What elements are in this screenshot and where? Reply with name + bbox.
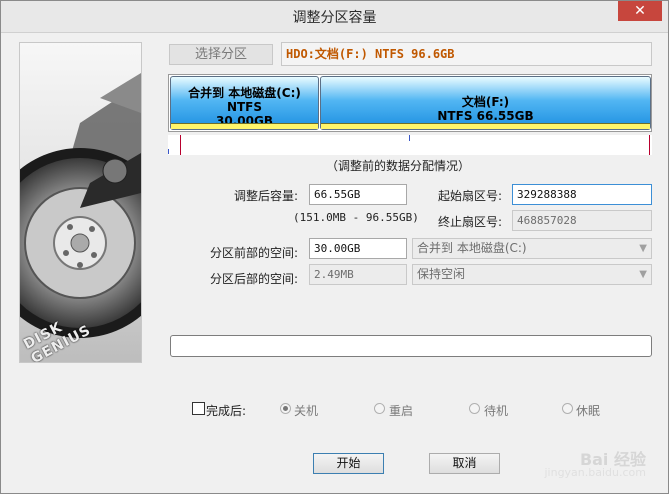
close-icon: ✕ (634, 3, 646, 19)
window-title: 调整分区容量 (292, 10, 377, 26)
radio-standby (469, 403, 480, 414)
partition-f-fs: NTFS 66.55GB (437, 109, 534, 123)
partition-ruler (168, 135, 652, 155)
radio-restart (374, 403, 385, 414)
watermark: Bai 经验 jingyan.baidu.com (544, 450, 646, 480)
partition-f-name: 文档(F:) (461, 95, 510, 109)
start-sector-label: 起始扇区号: (438, 189, 503, 203)
radio-shutdown-label: 关机 (294, 404, 319, 418)
partition-c-fs: NTFS (226, 100, 263, 114)
radio-restart-label: 重启 (389, 404, 414, 418)
chevron-down-icon: ▼ (639, 269, 647, 280)
partition-map[interactable]: 合并到 本地磁盘(C:) NTFS 30.00GB 文档(F:) NTFS 66… (168, 74, 652, 132)
end-sector-input: 468857028 (512, 210, 652, 231)
before-adjust-caption: （调整前的数据分配情况） (326, 159, 471, 173)
after-space-label: 分区后部的空间: (210, 272, 299, 286)
partition-block-c[interactable]: 合并到 本地磁盘(C:) NTFS 30.00GB (170, 76, 319, 130)
completion-label: 完成后: (206, 404, 247, 418)
partition-c-usage-stripe (171, 123, 318, 129)
radio-standby-label: 待机 (484, 404, 509, 418)
start-sector-input[interactable]: 329288388 (512, 184, 652, 205)
after-space-action-select: 保持空闲 ▼ (412, 264, 652, 285)
radio-shutdown (280, 403, 291, 414)
title-bar[interactable]: 调整分区容量 ✕ (1, 1, 668, 33)
before-space-input[interactable]: 30.00GB (309, 238, 407, 259)
select-partition-button[interactable]: 选择分区 (169, 44, 273, 65)
ruler-tick (649, 135, 650, 155)
ruler-tick (168, 149, 169, 154)
cancel-button[interactable]: 取消 (429, 453, 500, 474)
ruler-tick (409, 135, 410, 141)
close-button[interactable]: ✕ (618, 1, 662, 21)
selected-partition-field: HDO:文档(F:) NTFS 96.6GB (281, 42, 652, 66)
watermark-brand: Bai 经验 (579, 450, 646, 469)
partition-c-name: 合并到 本地磁盘(C:) (188, 86, 301, 100)
start-button[interactable]: 开始 (313, 453, 384, 474)
chevron-down-icon: ▼ (639, 243, 647, 254)
partition-block-f[interactable]: 文档(F:) NTFS 66.55GB (320, 76, 651, 130)
new-size-input[interactable]: 66.55GB (309, 184, 407, 205)
disk-genius-image: DISK GENIUS (19, 42, 142, 363)
ruler-tick (180, 135, 181, 155)
radio-hibernate (562, 403, 573, 414)
before-space-action-select: 合并到 本地磁盘(C:) ▼ (412, 238, 652, 259)
end-sector-label: 终止扇区号: (438, 215, 503, 229)
completion-checkbox[interactable] (192, 402, 205, 415)
resize-partition-dialog: 调整分区容量 ✕ DISK GENIUS 选择分区 HDO:文档(F:) NTF… (0, 0, 669, 494)
after-space-action-value: 保持空闲 (417, 267, 466, 281)
radio-hibernate-label: 休眠 (576, 404, 601, 418)
after-space-input: 2.49MB (309, 264, 407, 285)
watermark-url: jingyan.baidu.com (544, 466, 646, 479)
before-space-action-value: 合并到 本地磁盘(C:) (417, 241, 527, 255)
before-space-label: 分区前部的空间: (210, 246, 299, 260)
partition-f-usage-stripe (321, 123, 650, 129)
new-size-label: 调整后容量: (234, 189, 299, 203)
progress-bar (170, 335, 652, 357)
size-range-text: (151.0MB - 96.55GB) (293, 211, 419, 224)
